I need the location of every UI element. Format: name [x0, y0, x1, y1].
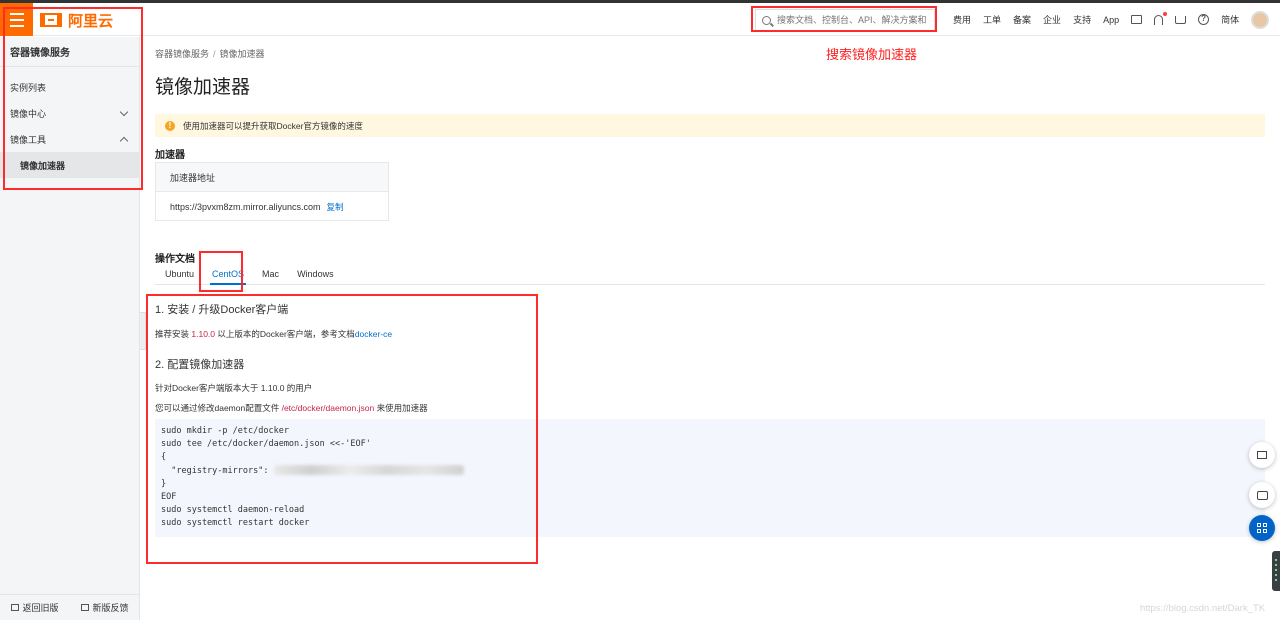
chevron-down-icon — [119, 107, 129, 116]
back-label: 返回旧版 — [22, 603, 59, 613]
step1-version: 1.10.0 — [191, 329, 216, 339]
tab-ubuntu[interactable]: Ubuntu — [163, 265, 196, 285]
help-icon[interactable]: ? — [1198, 14, 1210, 25]
breadcrumb-item: 镜像加速器 — [219, 49, 265, 59]
watermark: https://blog.csdn.net/Dark_TK — [1140, 603, 1266, 614]
sidebar-item-label: 镜像中心 — [10, 108, 47, 119]
sidebar-item-label: 实例列表 — [10, 82, 47, 93]
hamburger-menu-icon[interactable] — [0, 3, 33, 36]
step2-text1: 针对Docker客户端版本大于 1.10.0 的用户 — [155, 383, 313, 393]
nav-enterprise[interactable]: 企业 — [1043, 13, 1061, 26]
tab-windows[interactable]: Windows — [295, 265, 336, 285]
sidebar: 容器镜像服务 实例列表 镜像中心 镜像工具 镜像加速器 返回旧版 新版反馈 — [0, 37, 140, 620]
sidebar-item-mirror-accelerator[interactable]: 镜像加速器 — [0, 152, 139, 178]
nav-app[interactable]: App — [1103, 15, 1119, 25]
warning-icon: ! — [165, 120, 175, 131]
float-back-button[interactable] — [1249, 442, 1275, 468]
code-line: } — [161, 478, 167, 489]
page-title: 镜像加速器 — [155, 77, 251, 98]
code-line-mirrors: "registry-mirrors": — [161, 465, 1259, 478]
edge-panel-handle[interactable] — [1272, 551, 1280, 591]
code-line: sudo tee /etc/docker/daemon.json <<-'EOF… — [161, 439, 371, 450]
tab-centos[interactable]: CentOS — [210, 265, 247, 285]
nav-ticket[interactable]: 工单 — [983, 13, 1001, 26]
step2-text2: 您可以通过修改daemon配置文件 /etc/docker/daemon.jso… — [155, 402, 428, 414]
brand-name: 阿里云 — [68, 12, 114, 30]
notice-text: 使用加速器可以提升获取Docker官方镜像的速度 — [183, 120, 363, 131]
docker-ce-link[interactable]: docker-ce — [355, 329, 392, 339]
accelerator-table-header: 加速器地址 — [156, 163, 388, 192]
sidebar-item-label: 镜像加速器 — [20, 160, 66, 171]
feedback-label: 新版反馈 — [92, 603, 129, 613]
feedback-link[interactable]: 新版反馈 — [81, 601, 129, 614]
code-line: EOF — [161, 492, 177, 503]
sidebar-item-image-center[interactable]: 镜像中心 — [0, 100, 139, 126]
step1-text: 推荐安装 1.10.0 以上版本的Docker客户端，参考文档docker-ce — [155, 328, 392, 340]
terminal-icon[interactable] — [1131, 15, 1143, 24]
sidebar-footer: 返回旧版 新版反馈 — [0, 594, 140, 620]
top-navbar: 阿里云 费用 工单 备案 企业 支持 App ? 简体 — [0, 3, 1280, 36]
nav-icp[interactable]: 备案 — [1013, 13, 1031, 26]
redacted-mirror-url — [273, 465, 464, 476]
avatar[interactable] — [1251, 10, 1270, 29]
info-notice: ! 使用加速器可以提升获取Docker官方镜像的速度 — [155, 114, 1265, 137]
accelerator-row: https://3pvxm8zm.mirror.aliyuncs.com 复制 — [156, 192, 388, 221]
breadcrumb-item[interactable]: 容器镜像服务 — [155, 49, 209, 59]
language-switch[interactable]: 简体 — [1221, 13, 1239, 26]
breadcrumb-separator: / — [213, 49, 216, 59]
global-search[interactable] — [755, 9, 935, 31]
step1-title: 1. 安装 / 升级Docker客户端 — [155, 304, 289, 316]
aliyun-logo[interactable]: 阿里云 — [40, 10, 113, 30]
sidebar-item-label: 镜像工具 — [10, 134, 47, 145]
step2-title: 2. 配置镜像加速器 — [155, 359, 245, 371]
apps-grid-icon — [1257, 523, 1267, 533]
search-annotation-label: 搜索镜像加速器 — [826, 47, 918, 62]
float-apps-button[interactable] — [1249, 515, 1275, 541]
accelerator-section-title: 加速器 — [155, 150, 185, 161]
step2-text2-a: 您可以通过修改daemon配置文件 — [155, 403, 282, 413]
bell-icon[interactable] — [1154, 11, 1168, 25]
aliyun-logo-icon — [40, 13, 62, 27]
step1-text-a: 推荐安装 — [155, 329, 192, 339]
docs-section-title: 操作文档 — [155, 254, 195, 265]
nav-support[interactable]: 支持 — [1073, 13, 1091, 26]
back-icon — [11, 604, 20, 611]
step2-text2-b: 来使用加速器 — [374, 403, 428, 413]
accelerator-table: 加速器地址 https://3pvxm8zm.mirror.aliyuncs.c… — [155, 162, 389, 221]
float-chat-button[interactable] — [1249, 482, 1275, 508]
mail-icon — [81, 604, 90, 611]
accelerator-url: https://3pvxm8zm.mirror.aliyuncs.com — [170, 201, 321, 212]
code-block[interactable]: sudo mkdir -p /etc/docker sudo tee /etc/d… — [155, 419, 1265, 537]
sidebar-collapse-handle[interactable] — [140, 312, 146, 350]
code-line-text: "registry-mirrors": — [161, 465, 274, 476]
daemon-json-path: /etc/docker/daemon.json — [281, 403, 375, 413]
tab-mac[interactable]: Mac — [260, 265, 281, 285]
return-icon — [1257, 451, 1267, 459]
step1-text-b: 以上版本的Docker客户端，参考文档 — [215, 329, 355, 339]
code-line: sudo mkdir -p /etc/docker — [161, 426, 289, 436]
sidebar-title: 容器镜像服务 — [0, 37, 139, 67]
chevron-up-icon — [119, 136, 129, 145]
code-line: sudo systemctl restart docker — [161, 518, 310, 529]
code-line: { — [161, 452, 167, 463]
os-tabs: Ubuntu CentOS Mac Windows — [155, 265, 1265, 285]
top-nav-links: 费用 工单 备案 企业 支持 App ? 简体 — [953, 3, 1270, 36]
sidebar-item-instances[interactable]: 实例列表 — [0, 74, 139, 100]
code-line: sudo systemctl daemon-reload — [161, 505, 305, 516]
search-input[interactable] — [777, 15, 927, 25]
chat-icon — [1256, 490, 1268, 500]
copy-button[interactable]: 复制 — [327, 201, 344, 213]
search-icon — [762, 15, 771, 25]
back-to-old-version-link[interactable]: 返回旧版 — [11, 601, 59, 614]
nav-fee[interactable]: 费用 — [953, 13, 971, 26]
sidebar-item-image-tools[interactable]: 镜像工具 — [0, 126, 139, 152]
breadcrumb: 容器镜像服务 / 镜像加速器 — [155, 47, 265, 60]
cart-icon[interactable] — [1175, 15, 1187, 24]
